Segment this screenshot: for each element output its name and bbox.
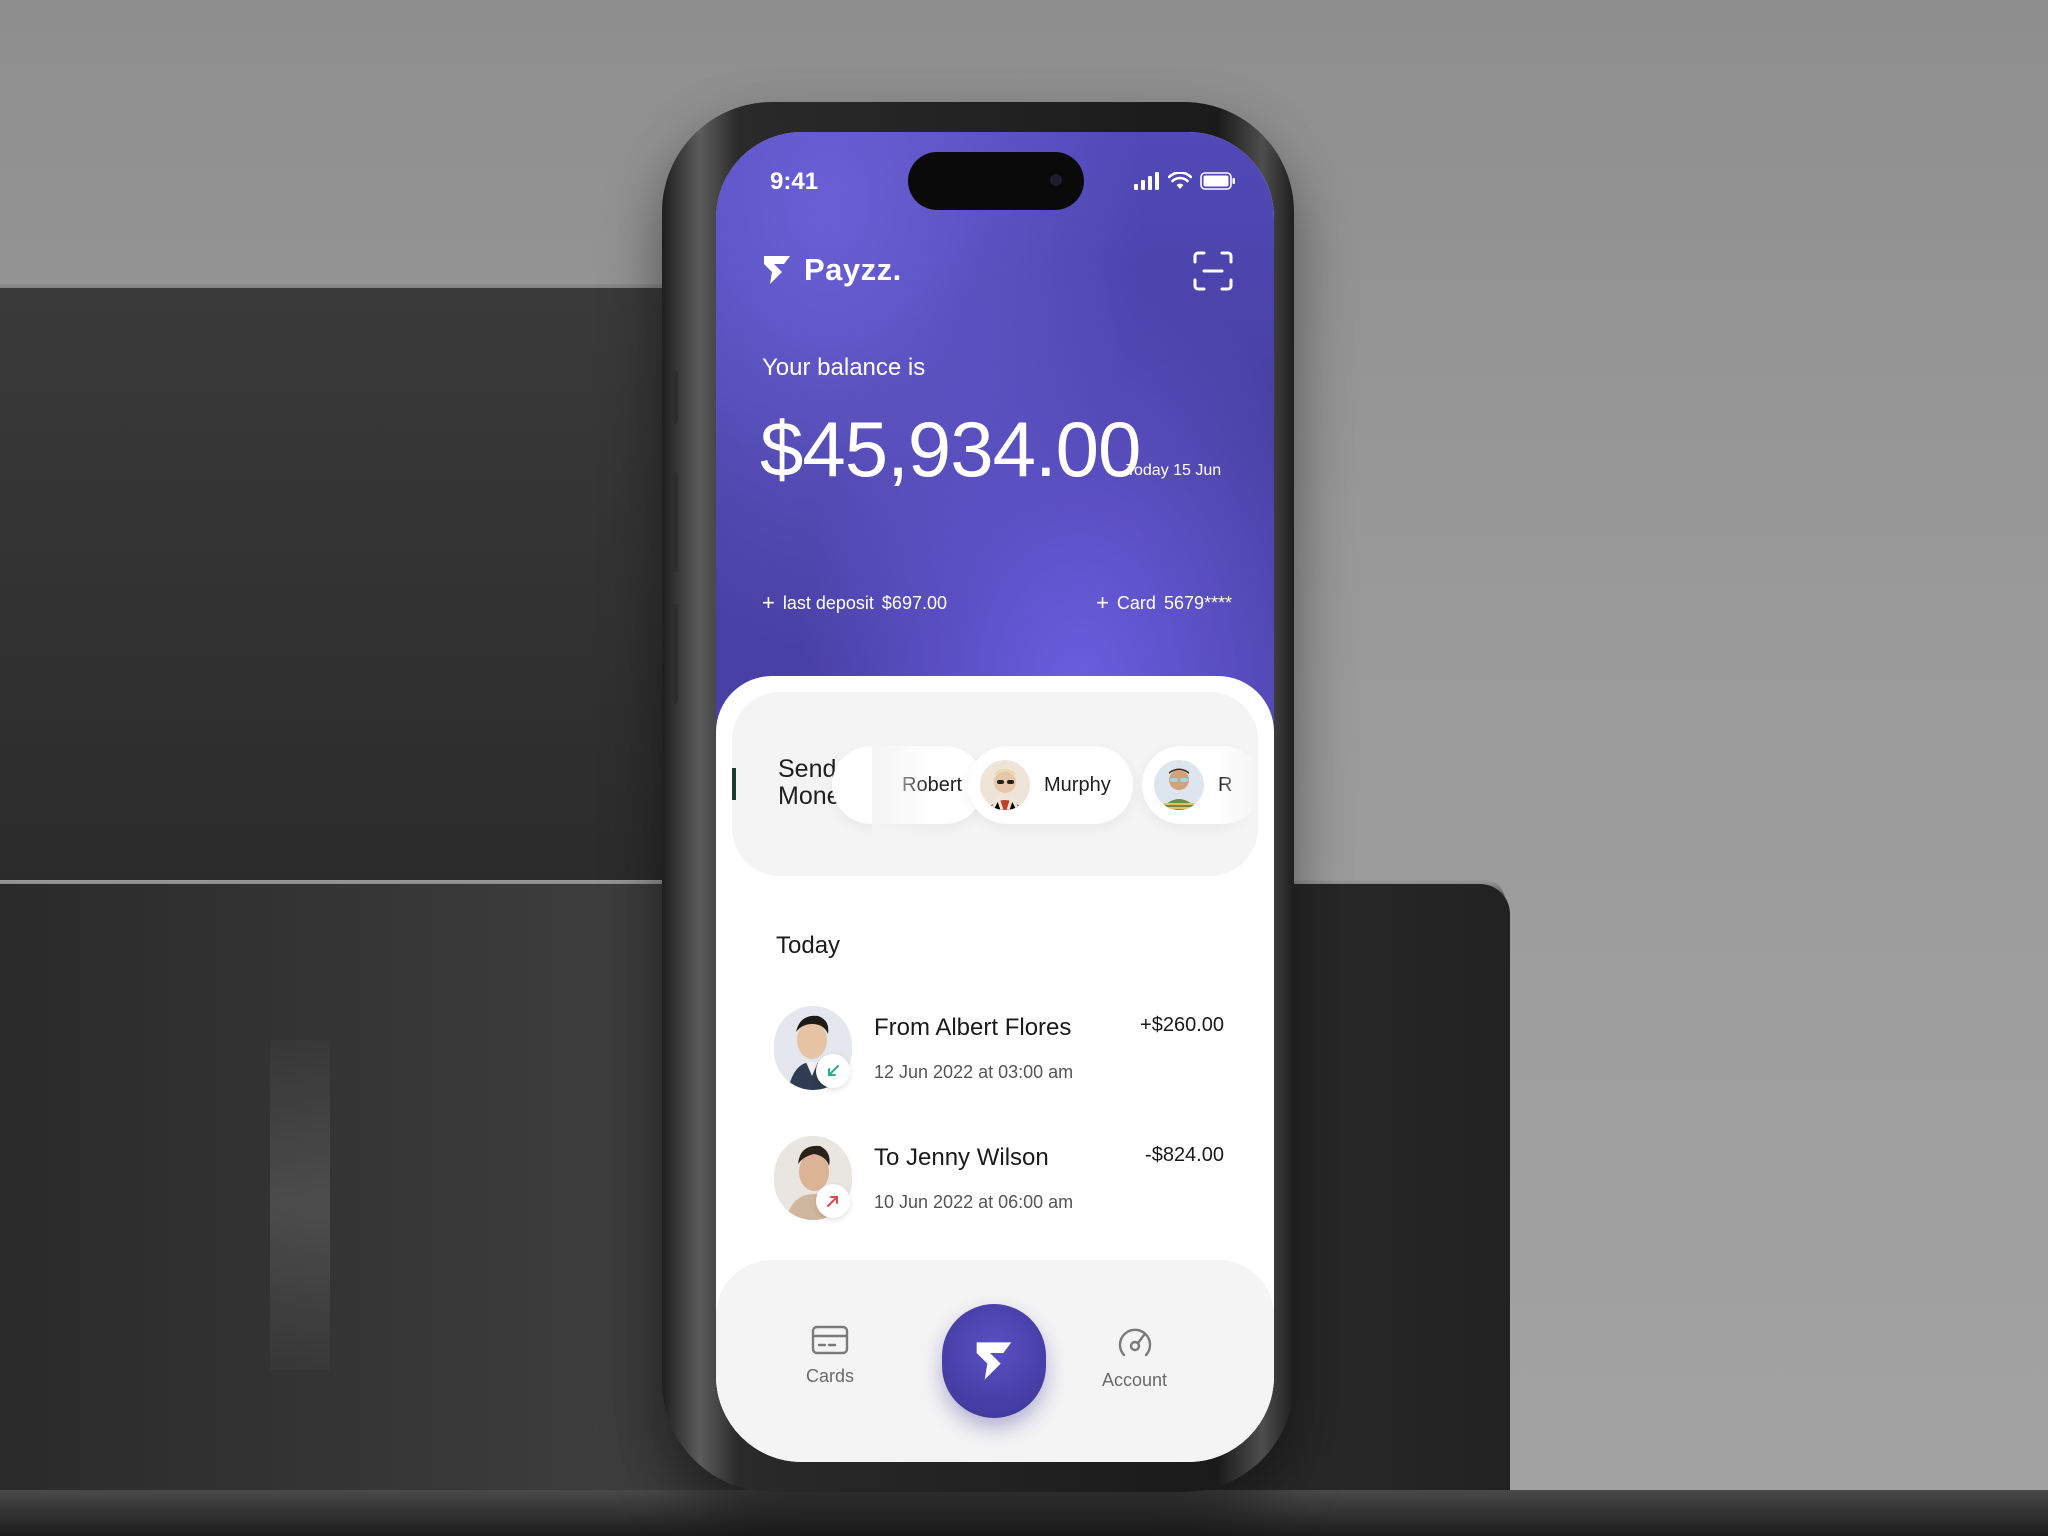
transaction-row[interactable]: To Jenny Wilson 10 Jun 2022 at 06:00 am … [774, 1136, 1224, 1226]
last-deposit-value: $697.00 [881, 592, 947, 613]
scan-icon[interactable] [1192, 250, 1234, 292]
section-title-today: Today [776, 932, 841, 959]
card-number: 5679**** [1163, 592, 1232, 613]
nav-label: Cards [806, 1366, 855, 1386]
brand-name: Payzz. [804, 252, 902, 287]
incoming-arrow-icon [816, 1054, 850, 1088]
last-deposit[interactable]: + last deposit $697.00 [762, 592, 947, 614]
scroll-fade [872, 692, 932, 876]
nav-home-button[interactable] [942, 1304, 1046, 1418]
camera-icon [1050, 174, 1062, 186]
bottom-nav: Cards Account [716, 1260, 1274, 1462]
gauge-icon [1118, 1328, 1151, 1357]
phone-screen: 9:41 Payzz. Your balance is $45,934.00 T… [716, 132, 1274, 1462]
transaction-name: To Jenny Wilson [874, 1144, 1049, 1171]
light-reflection [270, 1040, 330, 1370]
transaction-row[interactable]: From Albert Flores 12 Jun 2022 at 03:00 … [774, 1006, 1224, 1096]
status-time: 9:41 [770, 168, 819, 195]
send-money-marker [732, 768, 736, 800]
balance-amount: $45,934.00 [760, 405, 1141, 493]
scroll-fade [1218, 692, 1258, 876]
card-info[interactable]: + Card 5679**** [1096, 592, 1232, 614]
battery-icon [1200, 172, 1235, 190]
transaction-amount: +$260.00 [1140, 1014, 1224, 1036]
brand: Payzz. [762, 252, 902, 288]
avatar [1154, 760, 1204, 810]
avatar [980, 760, 1030, 810]
backdrop-block [0, 288, 700, 888]
outgoing-arrow-icon [816, 1184, 850, 1218]
transaction-date: 10 Jun 2022 at 06:00 am [874, 1192, 1074, 1212]
cellular-signal-icon [1134, 172, 1159, 190]
balance-label: Your balance is [762, 354, 926, 381]
mute-switch [670, 370, 678, 424]
card-icon [811, 1325, 849, 1355]
balance-date: Today 15 Jun [1126, 462, 1222, 479]
contact-pill-murphy[interactable]: Murphy [968, 746, 1133, 824]
wifi-icon [1168, 172, 1192, 189]
transaction-date: 12 Jun 2022 at 03:00 am [874, 1062, 1074, 1082]
plus-icon: + [762, 590, 775, 615]
send-money-card: Send Money Robert Murphy [732, 692, 1258, 876]
payzz-logo-icon [764, 256, 790, 284]
card-label: Card [1116, 592, 1156, 613]
transaction-amount: -$824.00 [1145, 1144, 1224, 1166]
dynamic-island [908, 152, 1084, 210]
contact-name: Murphy [1044, 773, 1111, 796]
nav-label: Account [1102, 1370, 1168, 1390]
plus-icon: + [1096, 590, 1109, 615]
volume-up-button [670, 472, 678, 572]
floor-ledge [0, 1490, 2048, 1536]
transaction-name: From Albert Flores [874, 1014, 1072, 1041]
volume-down-button [670, 604, 678, 704]
status-icons [1134, 172, 1236, 190]
nav-item-cards[interactable]: Cards [806, 1324, 854, 1387]
nav-item-account[interactable]: Account [1102, 1324, 1167, 1391]
last-deposit-label: last deposit [782, 592, 874, 613]
payzz-logo-icon [976, 1342, 1012, 1380]
